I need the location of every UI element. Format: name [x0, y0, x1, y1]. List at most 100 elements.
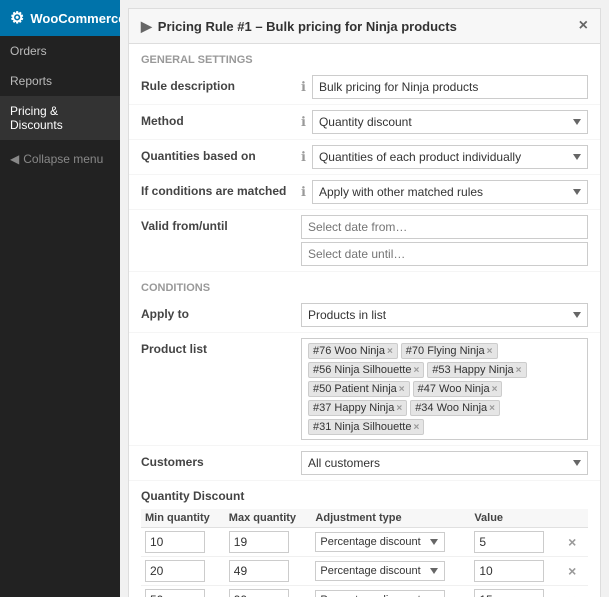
tag-31-ninja-silhouette: #31 Ninja Silhouette ×: [308, 419, 424, 435]
main-content: ▶ Pricing Rule #1 – Bulk pricing for Nin…: [120, 0, 609, 597]
collapse-arrow-icon: ◀: [10, 152, 19, 166]
quantities-based-row: Quantities based on ℹ Quantities of each…: [129, 140, 600, 175]
quantity-discount-table: Min quantity Max quantity Adjustment typ…: [141, 509, 588, 597]
customers-row: Customers All customers Specific custome…: [129, 446, 600, 481]
method-row: Method ℹ Quantity discount Fixed price P…: [129, 105, 600, 140]
tag-56-remove-icon[interactable]: ×: [413, 365, 419, 376]
cell-value-0: [470, 528, 560, 557]
tag-47-remove-icon[interactable]: ×: [492, 384, 498, 395]
rule-description-input[interactable]: [312, 75, 588, 99]
max-quantity-input-1[interactable]: [229, 560, 289, 582]
product-list-content: #76 Woo Ninja × #70 Flying Ninja × #56 N…: [301, 338, 588, 440]
rule-description-info-icon[interactable]: ℹ: [301, 79, 306, 95]
tag-76-label: #76 Woo Ninja: [313, 345, 385, 357]
cell-min-0: [141, 528, 225, 557]
quantities-based-label: Quantities based on: [141, 145, 301, 163]
tag-76-woo-ninja: #76 Woo Ninja ×: [308, 343, 398, 359]
valid-dates-content: [301, 215, 588, 266]
sidebar-logo: ⚙ WooCommerce: [0, 0, 120, 36]
apply-to-select[interactable]: Products in list All products Category: [301, 303, 588, 327]
value-input-0[interactable]: [474, 531, 544, 553]
apply-to-label: Apply to: [141, 303, 301, 321]
cell-adjustment-2: Percentage discountFixed discountFixed p…: [311, 586, 470, 597]
tag-53-remove-icon[interactable]: ×: [516, 365, 522, 376]
general-settings-section: General Settings: [129, 44, 600, 70]
table-row: Percentage discountFixed discountFixed p…: [141, 557, 588, 586]
customers-select-wrapper: All customers Specific customers Custome…: [301, 451, 588, 475]
remove-row-button-0[interactable]: ×: [564, 534, 580, 550]
sidebar-item-reports[interactable]: Reports: [0, 66, 120, 96]
method-label: Method: [141, 110, 301, 128]
conditions-matched-select[interactable]: Apply with other matched rules Apply mat…: [312, 180, 588, 204]
product-list-tags[interactable]: #76 Woo Ninja × #70 Flying Ninja × #56 N…: [301, 338, 588, 440]
rule-description-label: Rule description: [141, 75, 301, 93]
sidebar-collapse-button[interactable]: ◀ Collapse menu: [0, 144, 120, 174]
rule-description-row: Rule description ℹ: [129, 70, 600, 105]
tag-70-label: #70 Flying Ninja: [406, 345, 485, 357]
tag-34-remove-icon[interactable]: ×: [489, 403, 495, 414]
remove-row-button-2[interactable]: ×: [564, 592, 580, 597]
tag-70-remove-icon[interactable]: ×: [487, 346, 493, 357]
sidebar-item-orders[interactable]: Orders: [0, 36, 120, 66]
method-select[interactable]: Quantity discount Fixed price Percentage…: [312, 110, 588, 134]
tag-31-remove-icon[interactable]: ×: [413, 422, 419, 433]
tag-56-label: #56 Ninja Silhouette: [313, 364, 411, 376]
tag-76-remove-icon[interactable]: ×: [387, 346, 393, 357]
date-from-input[interactable]: [301, 215, 588, 239]
col-min-quantity: Min quantity: [141, 509, 225, 528]
sidebar-logo-text: WooCommerce: [30, 11, 120, 26]
date-until-input[interactable]: [301, 242, 588, 266]
tag-50-remove-icon[interactable]: ×: [399, 384, 405, 395]
valid-dates-row: Valid from/until: [129, 210, 600, 272]
sidebar-item-pricing[interactable]: Pricing & Discounts: [0, 96, 120, 140]
min-quantity-input-0[interactable]: [145, 531, 205, 553]
max-quantity-input-0[interactable]: [229, 531, 289, 553]
product-list-row: Product list #76 Woo Ninja × #70 Flying …: [129, 333, 600, 446]
tag-37-remove-icon[interactable]: ×: [396, 403, 402, 414]
customers-select[interactable]: All customers Specific customers Custome…: [301, 451, 588, 475]
quantities-based-select[interactable]: Quantities of each product individually …: [312, 145, 588, 169]
cell-min-2: [141, 586, 225, 597]
col-max-quantity: Max quantity: [225, 509, 312, 528]
max-quantity-input-2[interactable]: [229, 589, 289, 597]
panel-collapse-icon[interactable]: ▶: [141, 18, 152, 35]
tag-47-label: #47 Woo Ninja: [418, 383, 490, 395]
cell-max-2: [225, 586, 312, 597]
tag-34-label: #34 Woo Ninja: [415, 402, 487, 414]
method-info-icon[interactable]: ℹ: [301, 114, 306, 130]
product-list-tags-wrapper: #76 Woo Ninja × #70 Flying Ninja × #56 N…: [301, 338, 588, 440]
min-quantity-input-1[interactable]: [145, 560, 205, 582]
tag-50-patient-ninja: #50 Patient Ninja ×: [308, 381, 410, 397]
value-input-2[interactable]: [474, 589, 544, 597]
collapse-label: Collapse menu: [23, 152, 103, 166]
remove-row-button-1[interactable]: ×: [564, 563, 580, 579]
sidebar-orders-label: Orders: [10, 44, 47, 58]
cell-remove-0: ×: [560, 528, 588, 557]
conditions-section: Conditions: [129, 272, 600, 298]
table-row: Percentage discountFixed discountFixed p…: [141, 586, 588, 597]
table-row: Percentage discountFixed discountFixed p…: [141, 528, 588, 557]
method-select-wrapper: Quantity discount Fixed price Percentage…: [312, 110, 588, 134]
col-actions: [560, 509, 588, 528]
sidebar-pricing-label: Pricing & Discounts: [10, 104, 63, 132]
col-value: Value: [470, 509, 560, 528]
conditions-info-icon[interactable]: ℹ: [301, 184, 306, 200]
customers-label: Customers: [141, 451, 301, 469]
adjustment-type-select-1[interactable]: Percentage discountFixed discountFixed p…: [315, 561, 445, 581]
adjustment-type-select-0[interactable]: Percentage discountFixed discountFixed p…: [315, 532, 445, 552]
quantities-based-content: ℹ Quantities of each product individuall…: [301, 145, 588, 169]
tag-70-flying-ninja: #70 Flying Ninja ×: [401, 343, 498, 359]
conditions-matched-label: If conditions are matched: [141, 180, 301, 198]
cell-remove-1: ×: [560, 557, 588, 586]
cell-value-2: [470, 586, 560, 597]
cell-value-1: [470, 557, 560, 586]
panel-close-button[interactable]: ×: [579, 17, 588, 35]
value-input-1[interactable]: [474, 560, 544, 582]
min-quantity-input-2[interactable]: [145, 589, 205, 597]
sidebar: ⚙ WooCommerce Orders Reports Pricing & D…: [0, 0, 120, 597]
conditions-matched-content: ℹ Apply with other matched rules Apply m…: [301, 180, 588, 204]
customers-content: All customers Specific customers Custome…: [301, 451, 588, 475]
quantities-info-icon[interactable]: ℹ: [301, 149, 306, 165]
adjustment-type-select-2[interactable]: Percentage discountFixed discountFixed p…: [315, 590, 445, 597]
cell-remove-2: ×: [560, 586, 588, 597]
